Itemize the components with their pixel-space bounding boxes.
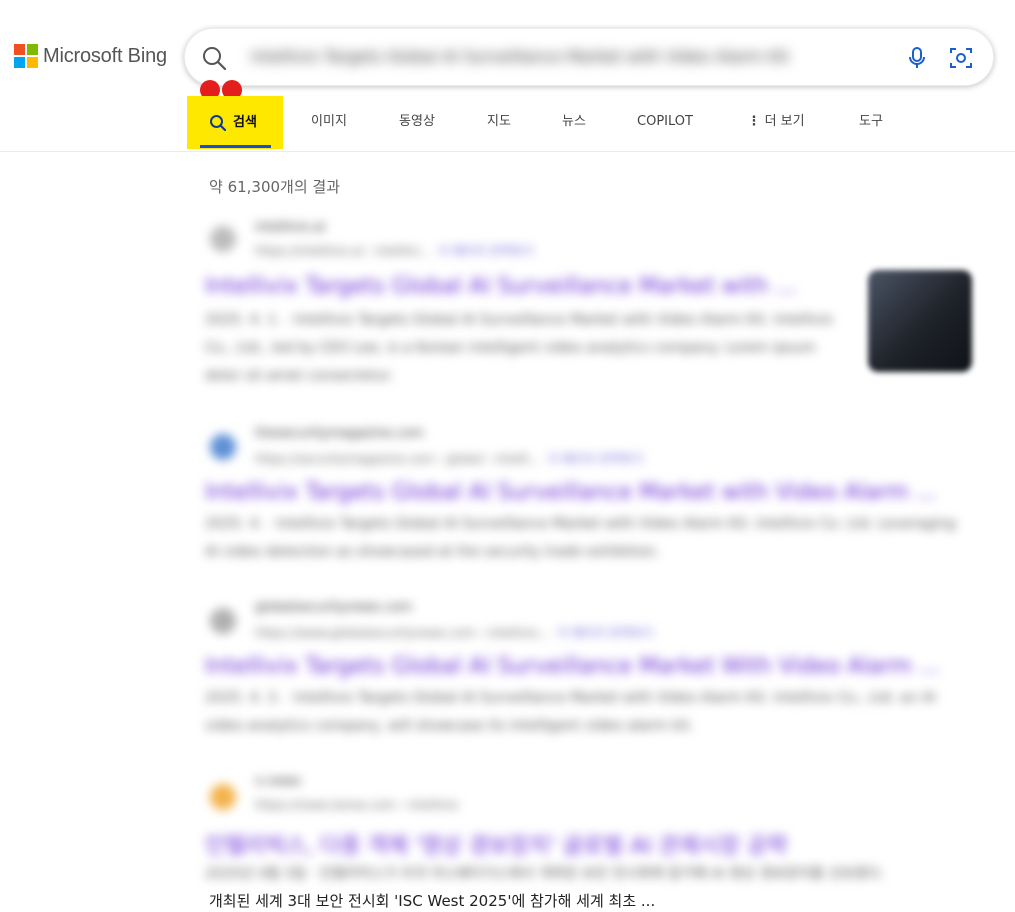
vertical-tabs: 검색 이미지 동영상 지도 뉴스 COPILOT ⋮ 더 보기 도구 (0, 96, 1015, 152)
result-snippet: 2025년 4월 3일 · 인텔리빅스가 미국 라스베이거스에서 개최된 보안 … (205, 866, 885, 882)
result-site[interactable]: n.news (255, 774, 301, 789)
microphone-icon[interactable] (903, 44, 931, 72)
tab-label: 더 보기 (764, 114, 805, 129)
tab-tools[interactable]: 도구 (855, 96, 887, 148)
site-favicon (210, 784, 236, 810)
tab-news[interactable]: 뉴스 (558, 96, 590, 148)
brand-name: Microsoft Bing (43, 44, 167, 67)
tab-search[interactable]: 검색 (187, 96, 283, 149)
result-snippet: 2025. 4. 1. · Intellivix Targets Global … (205, 312, 834, 384)
search-icon[interactable] (201, 45, 227, 71)
tab-images[interactable]: 이미지 (306, 96, 352, 148)
tab-more[interactable]: ⋮ 더 보기 (744, 96, 808, 148)
more-vertical-icon: ⋮ (747, 114, 761, 129)
site-favicon (210, 226, 236, 252)
tab-label: 검색 (233, 115, 257, 130)
bing-logo[interactable]: Microsoft Bing (14, 44, 167, 68)
result-site[interactable]: intellivix.ai (255, 220, 326, 235)
result-snippet: 2025. 4. 3. · Intellivix Targets Global … (205, 690, 936, 734)
result-url[interactable]: https://www.globalsecuritynews.com › int… (255, 624, 653, 641)
result-title[interactable]: 인텔리빅스, 다중 객체 '영상 경보장치' 글로벌 AI 관제시장 공략 (205, 828, 787, 860)
site-favicon (210, 434, 236, 460)
result-title[interactable]: Intellivix Targets Global AI Surveillanc… (205, 480, 937, 505)
search-box[interactable]: Intellivix Targets Global AI Surveillanc… (184, 28, 994, 86)
microsoft-logo-icon (14, 44, 38, 68)
result-snippet: 2025. 4. · Intellivix Targets Global AI … (205, 516, 956, 560)
result-title[interactable]: Intellivix Targets Global AI Surveillanc… (205, 654, 940, 679)
visual-search-icon[interactable] (947, 44, 975, 72)
tab-copilot[interactable]: COPILOT (632, 96, 698, 148)
result-count: 약 61,300개의 결과 (209, 178, 341, 196)
result-thumbnail[interactable] (868, 270, 972, 372)
search-input[interactable]: Intellivix Targets Global AI Surveillanc… (251, 47, 855, 67)
tab-maps[interactable]: 지도 (483, 96, 515, 148)
result-site[interactable]: globalsecuritynews.com (255, 600, 412, 615)
site-favicon (210, 608, 236, 634)
result-site[interactable]: thesecuritymagazine.com (255, 426, 424, 441)
active-tab-underline (200, 145, 271, 148)
tab-videos[interactable]: 동영상 (394, 96, 440, 148)
result-title[interactable]: Intellivix Targets Global AI Surveillanc… (205, 274, 796, 299)
result-snippet-visible-line: 개최된 세계 3대 보안 전시회 'ISC West 2025'에 참가해 세계… (209, 892, 656, 910)
search-tab-icon (210, 115, 227, 132)
result-url[interactable]: https://news.korea.com › intellivix (255, 798, 459, 812)
result-url[interactable]: https://securitymagazine.com › global › … (255, 450, 644, 467)
result-url[interactable]: https://intellivix.ai › intellivi... 이 페… (255, 242, 534, 259)
